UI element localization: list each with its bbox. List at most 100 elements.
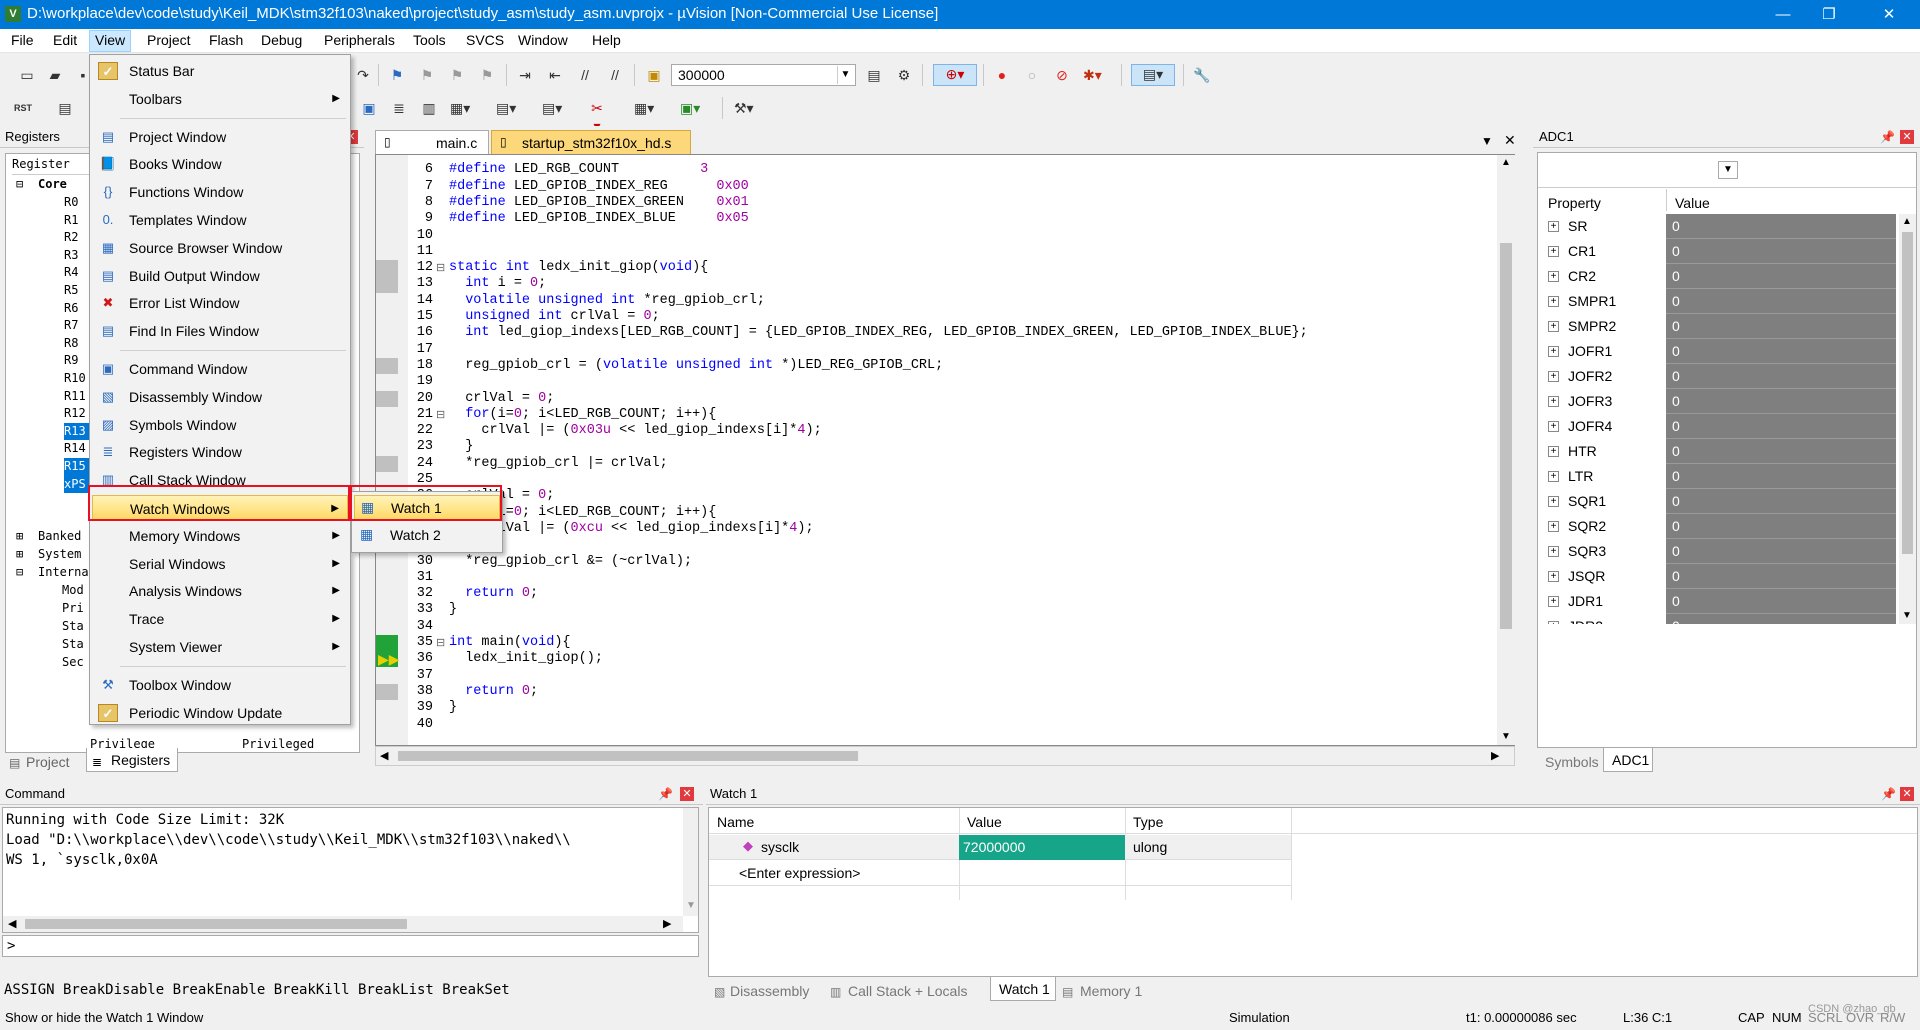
call-stack-toggle-icon[interactable]: ▥ bbox=[420, 99, 438, 117]
analysis-toggle-icon[interactable]: ✂▾ bbox=[588, 99, 606, 134]
vertical-scrollbar[interactable]: ▲ ▼ bbox=[1497, 155, 1515, 745]
clear-bookmarks-icon[interactable]: ⚑ bbox=[478, 66, 496, 84]
pin-icon[interactable]: 📌 bbox=[658, 787, 673, 801]
property-row[interactable]: + JDR2 0 bbox=[1538, 614, 1898, 624]
scroll-thumb[interactable] bbox=[398, 751, 858, 761]
menu-item-project-window[interactable]: ▤ Project Window bbox=[92, 124, 348, 150]
expand-icon[interactable]: + bbox=[1548, 221, 1559, 232]
property-row[interactable]: + LTR 0 bbox=[1538, 464, 1898, 489]
property-row[interactable]: + JOFR3 0 bbox=[1538, 389, 1898, 414]
close-icon[interactable]: ✕ bbox=[680, 787, 694, 801]
property-value[interactable]: 0 bbox=[1666, 464, 1896, 489]
menu-window[interactable]: Window bbox=[518, 32, 568, 48]
menu-item-error-list-window[interactable]: ✖ Error List Window bbox=[92, 290, 348, 316]
menu-item-build-output-window[interactable]: ▤ Build Output Window bbox=[92, 263, 348, 289]
scroll-left-icon[interactable]: ◀ bbox=[8, 917, 16, 930]
find-in-files-icon[interactable]: ▣ bbox=[645, 66, 663, 84]
menu-item-functions-window[interactable]: {} Functions Window bbox=[92, 179, 348, 205]
expand-icon[interactable]: + bbox=[1548, 296, 1559, 307]
expand-icon[interactable]: + bbox=[1548, 596, 1559, 607]
menu-edit[interactable]: Edit bbox=[53, 32, 77, 48]
property-value[interactable]: 0 bbox=[1666, 264, 1896, 289]
pin-icon[interactable]: 📌 bbox=[1880, 130, 1895, 144]
indent-icon[interactable]: ⇥ bbox=[516, 66, 534, 84]
menu-help[interactable]: Help bbox=[592, 32, 621, 48]
menu-item-command-window[interactable]: ▣ Command Window bbox=[92, 356, 348, 382]
menu-svcs[interactable]: SVCS bbox=[466, 32, 504, 48]
menu-item-toolbars[interactable]: Toolbars ▶ bbox=[92, 86, 348, 112]
close-button[interactable]: ✕ bbox=[1866, 0, 1912, 29]
expand-icon[interactable]: + bbox=[1548, 496, 1559, 507]
property-value[interactable]: 0 bbox=[1666, 364, 1896, 389]
scroll-right-icon[interactable]: ▶ bbox=[1491, 749, 1499, 762]
scroll-left-icon[interactable]: ◀ bbox=[380, 749, 388, 762]
menu-item-books-window[interactable]: 📘 Books Window bbox=[92, 151, 348, 177]
code-area[interactable]: 56#define LED_RGB_COUNT 37#define LED_GP… bbox=[375, 154, 1515, 746]
banked-group[interactable]: Banked bbox=[38, 528, 81, 546]
expand-icon[interactable]: + bbox=[1548, 446, 1559, 457]
minimize-button[interactable]: — bbox=[1760, 0, 1806, 29]
tab-call-stack[interactable]: Call Stack + Locals bbox=[826, 979, 986, 1003]
property-row[interactable]: + SMPR1 0 bbox=[1538, 289, 1898, 314]
property-row[interactable]: + JOFR4 0 bbox=[1538, 414, 1898, 439]
prev-bookmark-icon[interactable]: ⚑ bbox=[418, 66, 436, 84]
property-value[interactable]: 0 bbox=[1666, 414, 1896, 439]
expand-icon[interactable]: + bbox=[1548, 346, 1559, 357]
collapse-icon[interactable]: ⊟ bbox=[16, 176, 23, 194]
tab-disassembly[interactable]: Disassembly bbox=[710, 979, 822, 1003]
scroll-thumb[interactable] bbox=[1902, 232, 1913, 554]
chevron-down-icon[interactable]: ▼ bbox=[1718, 161, 1738, 179]
bookmark-icon[interactable]: ⚑ bbox=[388, 66, 406, 84]
system-group[interactable]: System bbox=[38, 546, 81, 564]
command-window-toggle-icon[interactable]: ▣ bbox=[360, 99, 378, 117]
property-value[interactable]: 0 bbox=[1666, 489, 1896, 514]
scroll-right-icon[interactable]: ▶ bbox=[663, 917, 671, 930]
close-icon[interactable]: ✕ bbox=[1504, 132, 1516, 149]
tab-adc1[interactable]: ADC1 bbox=[1603, 748, 1653, 772]
menu-item-memory-windows[interactable]: Memory Windows ▶ bbox=[92, 523, 348, 549]
serial-toggle-icon[interactable]: ▤▾ bbox=[542, 99, 562, 117]
configure-icon[interactable]: 🔧 bbox=[1193, 66, 1211, 84]
fold-icon[interactable]: ⊟ bbox=[436, 261, 445, 274]
find-icon[interactable]: ▤ bbox=[865, 66, 883, 84]
window-layout-icon[interactable]: ▤▾ bbox=[1131, 64, 1175, 86]
registers-toggle-icon[interactable]: ≣ bbox=[390, 99, 408, 117]
menu-project[interactable]: Project bbox=[147, 32, 191, 48]
property-row[interactable]: + SR 0 bbox=[1538, 214, 1898, 239]
tab-symbols[interactable]: Symbols bbox=[1545, 750, 1603, 774]
scroll-down-icon[interactable]: ▼ bbox=[1902, 610, 1912, 621]
vertical-scrollbar[interactable]: ▼ bbox=[683, 808, 698, 916]
property-value[interactable]: 0 bbox=[1666, 389, 1896, 414]
tab-watch-1[interactable]: Watch 1 bbox=[990, 977, 1056, 1001]
property-row[interactable]: + HTR 0 bbox=[1538, 439, 1898, 464]
maximize-button[interactable]: ❐ bbox=[1806, 0, 1852, 29]
expand-icon[interactable]: + bbox=[1548, 571, 1559, 582]
system-viewer-icon[interactable]: ▣▾ bbox=[680, 99, 700, 117]
property-row[interactable]: + SQR3 0 bbox=[1538, 539, 1898, 564]
reset-icon[interactable]: RST bbox=[14, 99, 32, 117]
expand-icon[interactable]: + bbox=[1548, 471, 1559, 482]
property-value[interactable]: 0 bbox=[1666, 314, 1896, 339]
chevron-down-icon[interactable]: ▼ bbox=[837, 66, 853, 84]
pin-icon[interactable]: 📌 bbox=[1881, 787, 1896, 801]
menu-item-watch-2[interactable]: ▦ Watch 2 bbox=[354, 523, 500, 549]
enter-expression[interactable]: <Enter expression> bbox=[739, 865, 860, 881]
property-scrollbar[interactable]: ▲ ▼ bbox=[1899, 214, 1916, 624]
property-row[interactable]: + JOFR2 0 bbox=[1538, 364, 1898, 389]
debug-session-icon[interactable]: ⊕▾ bbox=[933, 64, 977, 86]
disable-all-breakpoints-icon[interactable]: ⊘ bbox=[1053, 66, 1071, 84]
property-value[interactable]: 0 bbox=[1666, 339, 1896, 364]
table-row[interactable]: ◆ sysclk 72000000 ulong bbox=[709, 835, 1291, 860]
property-value[interactable]: 0 bbox=[1666, 539, 1896, 564]
uncomment-icon[interactable]: // bbox=[606, 66, 624, 84]
menu-item-registers-window[interactable]: ≣ Registers Window bbox=[92, 439, 348, 465]
property-row[interactable]: + CR2 0 bbox=[1538, 264, 1898, 289]
fold-icon[interactable]: ⊟ bbox=[436, 408, 445, 421]
expand-icon[interactable]: + bbox=[1548, 396, 1559, 407]
property-row[interactable]: + JDR1 0 bbox=[1538, 589, 1898, 614]
internal-group[interactable]: Internal bbox=[38, 564, 96, 582]
close-icon[interactable]: ✕ bbox=[1900, 787, 1914, 801]
scroll-up-icon[interactable]: ▲ bbox=[1501, 157, 1511, 168]
memory-toggle-icon[interactable]: ▤▾ bbox=[496, 99, 516, 117]
next-bookmark-icon[interactable]: ⚑ bbox=[448, 66, 466, 84]
